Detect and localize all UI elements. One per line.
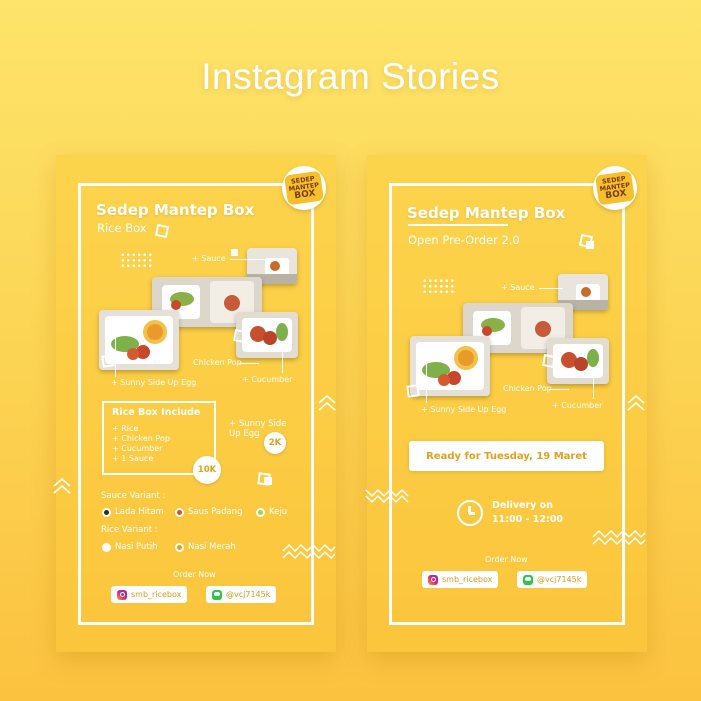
include-heading: Rice Box Include bbox=[112, 407, 201, 418]
rice-variant-label: Rice Variant : bbox=[101, 525, 158, 535]
sauce-variant-label: Sauce Variant : bbox=[101, 491, 166, 501]
sauce-option-keju[interactable]: Keju bbox=[256, 507, 287, 517]
radio-dot bbox=[175, 507, 184, 517]
deco-square bbox=[264, 477, 272, 485]
line-app-icon bbox=[212, 589, 222, 600]
deco-square bbox=[542, 354, 556, 368]
sauce-option-saus-padang[interactable]: Saus Padang bbox=[175, 507, 242, 517]
rice-option-nasi-putih[interactable]: Nasi Putih bbox=[102, 542, 158, 552]
chevron-up-decoration bbox=[318, 394, 336, 411]
instagram-icon bbox=[428, 574, 438, 585]
zigzag-decoration bbox=[592, 529, 646, 546]
story-pre-order: SEDEP MANTEP BOX Sedep Mantep Box Open P… bbox=[367, 155, 647, 652]
label-sauce: + Sauce bbox=[501, 283, 535, 292]
pointer-line bbox=[230, 259, 276, 260]
pointer-line bbox=[549, 389, 569, 390]
include-items: + Rice + Chicken Pop + Cucumber + 1 Sauc… bbox=[112, 424, 170, 464]
ready-banner: Ready for Tuesday, 19 Maret bbox=[409, 441, 604, 471]
instagram-handle-text: smb_ricebox bbox=[131, 590, 182, 599]
story-subtitle: Rice Box bbox=[97, 221, 147, 235]
label-sunny-side: + Sunny Side Up Egg bbox=[111, 378, 197, 387]
pointer-line bbox=[426, 363, 427, 403]
chicken-pop-photo bbox=[547, 338, 609, 384]
price-badge-addon: 2K bbox=[264, 432, 286, 454]
brand-logo: SEDEP MANTEP BOX bbox=[282, 166, 326, 210]
label-cucumber: + Cucumber bbox=[552, 401, 603, 410]
option-label: Nasi Putih bbox=[115, 542, 158, 552]
page-heading: Instagram Stories bbox=[201, 56, 500, 97]
deco-square bbox=[406, 384, 420, 398]
deco-square bbox=[101, 354, 115, 368]
line-handle-text: @vcj7145k bbox=[537, 575, 582, 584]
price-badge-rice-box: 10K bbox=[193, 456, 221, 484]
zigzag-decoration bbox=[282, 543, 336, 560]
zigzag-decoration bbox=[365, 488, 409, 504]
label-sauce: + Sauce bbox=[192, 254, 226, 263]
label-chicken-pop: Chicken Pop bbox=[193, 358, 242, 367]
option-label: Lada Hitam bbox=[115, 507, 164, 517]
line-handle-text: @vcj7145k bbox=[226, 590, 271, 599]
sauce-option-lada-hitam[interactable]: Lada Hitam bbox=[102, 507, 164, 517]
pointer-line bbox=[282, 345, 283, 373]
story-title: Sedep Mantep Box bbox=[407, 204, 566, 222]
dot-pattern bbox=[120, 252, 154, 268]
label-sunny-side: + Sunny Side Up Egg bbox=[421, 405, 507, 414]
dot-pattern bbox=[422, 278, 456, 294]
order-now-label: Order Now bbox=[485, 555, 528, 564]
radio-dot bbox=[175, 542, 184, 552]
story-title: Sedep Mantep Box bbox=[96, 201, 255, 219]
deco-square bbox=[154, 223, 170, 239]
include-item: + 1 Sauce bbox=[112, 454, 154, 463]
instagram-handle[interactable]: smb_ricebox bbox=[111, 586, 188, 603]
include-item: + Cucumber bbox=[112, 444, 163, 453]
clock-icon bbox=[457, 500, 483, 526]
deco-square bbox=[233, 329, 247, 343]
radio-dot bbox=[102, 507, 111, 517]
pointer-line bbox=[593, 371, 594, 399]
brand-logo: SEDEP MANTEP BOX bbox=[593, 166, 637, 210]
radio-dot bbox=[102, 542, 111, 552]
story-subtitle: Open Pre-Order 2.0 bbox=[408, 233, 520, 247]
chevron-up-decoration bbox=[53, 477, 71, 494]
include-item: + Rice bbox=[112, 424, 139, 433]
line-app-icon bbox=[523, 574, 533, 585]
chevron-up-decoration bbox=[627, 394, 645, 411]
label-cucumber: + Cucumber bbox=[242, 375, 293, 384]
instagram-handle-text: smb_ricebox bbox=[442, 575, 493, 584]
option-label: Nasi Merah bbox=[188, 542, 236, 552]
option-label: Saus Padang bbox=[188, 507, 243, 517]
egg-box-photo bbox=[410, 336, 490, 396]
instagram-handle[interactable]: smb_ricebox bbox=[422, 571, 499, 588]
line-handle[interactable]: @vcj7145k bbox=[517, 571, 588, 588]
rice-option-nasi-merah[interactable]: Nasi Merah bbox=[175, 542, 236, 552]
deco-square bbox=[231, 249, 238, 256]
line-handle[interactable]: @vcj7145k bbox=[206, 586, 277, 603]
title-underline bbox=[408, 224, 508, 226]
instagram-icon bbox=[117, 589, 127, 600]
order-now-label: Order Now bbox=[173, 570, 216, 579]
option-label: Keju bbox=[269, 507, 288, 517]
story-rice-box: SEDEP MANTEP BOX Sedep Mantep Box Rice B… bbox=[56, 155, 336, 652]
pointer-line bbox=[239, 363, 259, 364]
delivery-time: Delivery on 11:00 - 12:00 bbox=[492, 500, 564, 525]
pointer-line bbox=[539, 288, 563, 289]
radio-dot bbox=[256, 507, 265, 517]
deco-square bbox=[586, 241, 594, 249]
label-chicken-pop: Chicken Pop bbox=[503, 384, 552, 393]
pointer-line bbox=[115, 337, 116, 377]
include-item: + Chicken Pop bbox=[112, 434, 170, 443]
